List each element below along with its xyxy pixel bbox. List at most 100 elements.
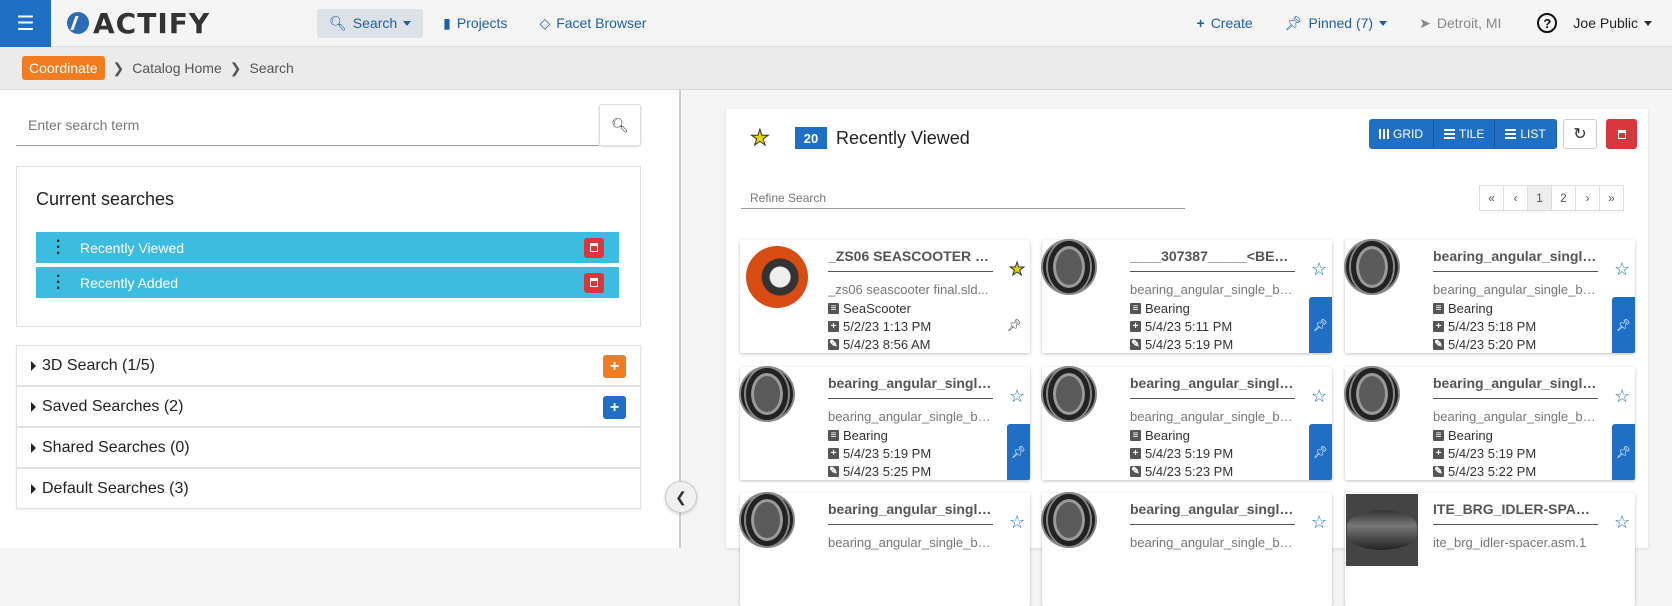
tile-view-button[interactable]: TILE bbox=[1434, 119, 1496, 149]
page-1[interactable]: 1 bbox=[1527, 185, 1552, 211]
create-button[interactable]: + Create bbox=[1185, 9, 1265, 37]
accordion-saved-searches[interactable]: Saved Searches (2) + bbox=[16, 386, 641, 427]
current-search-recently-viewed[interactable]: · · · Recently Viewed bbox=[36, 232, 619, 263]
help-icon[interactable]: ? bbox=[1537, 13, 1558, 33]
result-card[interactable]: ITE_BRG_IDLER-SPACER ☆ ite_brg_idler-spa… bbox=[1345, 493, 1635, 606]
pin-button[interactable]: 📌︎ bbox=[1612, 297, 1635, 353]
hamburger-menu-icon[interactable]: ☰ bbox=[0, 0, 51, 47]
accordion-default-searches[interactable]: Default Searches (3) bbox=[16, 468, 641, 509]
result-card[interactable]: bearing_angular_single_... ☆ bearing_ang… bbox=[1042, 493, 1332, 606]
star-outline-icon[interactable]: ☆ bbox=[1311, 259, 1327, 280]
pagination: « ‹ 1 2 › » bbox=[1479, 185, 1624, 211]
star-filled-icon[interactable]: ★ bbox=[1008, 259, 1025, 280]
star-outline-icon[interactable]: ☆ bbox=[1311, 512, 1327, 533]
result-card[interactable]: ____307387_____<BEARI... ☆ bearing_angul… bbox=[1042, 240, 1332, 353]
item-name[interactable]: bearing_angular_single_... bbox=[1433, 375, 1598, 399]
thumbnail[interactable] bbox=[1043, 241, 1095, 293]
page-2[interactable]: 2 bbox=[1551, 185, 1576, 211]
star-outline-icon[interactable]: ☆ bbox=[1009, 386, 1025, 407]
actify-logo[interactable]: ACTIFY bbox=[67, 7, 317, 40]
refresh-button[interactable]: ↻ bbox=[1563, 119, 1597, 149]
star-outline-icon[interactable]: ☆ bbox=[1614, 386, 1630, 407]
thumbnail[interactable] bbox=[741, 368, 793, 420]
result-card[interactable]: bearing_angular_single_... ☆ bearing_ang… bbox=[740, 493, 1030, 606]
item-name[interactable]: bearing_angular_single_... bbox=[1433, 248, 1598, 272]
page-last[interactable]: » bbox=[1599, 185, 1624, 211]
search-menu[interactable]: 🔍︎ Search bbox=[317, 8, 424, 38]
star-outline-icon[interactable]: ☆ bbox=[1311, 386, 1327, 407]
trash-icon[interactable] bbox=[584, 237, 604, 258]
search-icon: 🔍︎ bbox=[329, 14, 347, 31]
thumbnail[interactable] bbox=[1346, 368, 1398, 420]
pin-button[interactable]: 📌︎ bbox=[1612, 424, 1635, 480]
drag-handle-icon[interactable]: · · · bbox=[36, 233, 80, 261]
item-name[interactable]: ITE_BRG_IDLER-SPACER bbox=[1433, 501, 1598, 525]
item-name[interactable]: bearing_angular_single_... bbox=[828, 375, 993, 399]
thumbnail[interactable] bbox=[1346, 241, 1398, 293]
result-card[interactable]: bearing_angular_single_... ☆ bearing_ang… bbox=[740, 367, 1030, 480]
catalog-icon: ≡ bbox=[1130, 430, 1141, 441]
thumbnail[interactable] bbox=[741, 494, 793, 546]
breadcrumb-catalog-home[interactable]: Catalog Home bbox=[132, 60, 222, 76]
item-name[interactable]: _ZS06 SEASCOOTER FI... bbox=[828, 248, 993, 272]
pin-button[interactable]: 📌︎ bbox=[1309, 297, 1332, 353]
result-card[interactable]: _ZS06 SEASCOOTER FI... ★ _zs06 seascoote… bbox=[740, 240, 1030, 353]
grid-view-button[interactable]: GRID bbox=[1369, 119, 1434, 149]
page-first[interactable]: « bbox=[1479, 185, 1504, 211]
pin-button[interactable]: 📌︎ bbox=[1309, 424, 1332, 480]
collapse-sidebar-button[interactable]: ❮ bbox=[665, 481, 697, 513]
bearing-thumbnail bbox=[1351, 241, 1393, 293]
delete-search-button[interactable] bbox=[1606, 119, 1637, 149]
star-outline-icon[interactable]: ☆ bbox=[1009, 512, 1025, 533]
accordion-shared-searches[interactable]: Shared Searches (0) bbox=[16, 427, 641, 468]
drag-handle-icon[interactable]: · · · bbox=[36, 268, 80, 296]
item-name[interactable]: bearing_angular_single_... bbox=[1130, 501, 1295, 525]
current-search-recently-added[interactable]: · · · Recently Added bbox=[36, 267, 619, 298]
category-label: Bearing bbox=[843, 428, 888, 443]
list-view-button[interactable]: LIST bbox=[1495, 119, 1557, 149]
pinned-menu[interactable]: 📌︎ Pinned (7) bbox=[1273, 9, 1399, 38]
trash-icon[interactable] bbox=[584, 272, 604, 293]
star-icon[interactable]: ★ bbox=[750, 125, 771, 151]
coordinate-badge[interactable]: Coordinate bbox=[22, 56, 105, 80]
pinned-label: Pinned (7) bbox=[1308, 15, 1374, 31]
result-card[interactable]: bearing_angular_single_... ☆ bearing_ang… bbox=[1042, 367, 1332, 480]
item-modified: ✎ 5/4/23 8:56 AM bbox=[828, 337, 930, 352]
add-saved-search-button[interactable]: + bbox=[603, 396, 626, 419]
add-3d-search-button[interactable]: + bbox=[603, 355, 626, 378]
edit-square-icon: ✎ bbox=[828, 339, 839, 350]
accordion-3d-search[interactable]: 3D Search (1/5) + bbox=[16, 345, 641, 386]
page-prev[interactable]: ‹ bbox=[1503, 185, 1528, 211]
star-outline-icon[interactable]: ☆ bbox=[1614, 259, 1630, 280]
result-card[interactable]: bearing_angular_single_... ☆ bearing_ang… bbox=[1345, 367, 1635, 480]
thumbnail[interactable] bbox=[1043, 368, 1095, 420]
page-next[interactable]: › bbox=[1575, 185, 1600, 211]
item-name[interactable]: bearing_angular_single_... bbox=[1130, 375, 1295, 399]
facet-browser-link[interactable]: ◇ Facet Browser bbox=[527, 9, 658, 38]
search-button[interactable]: 🔍︎ bbox=[599, 104, 641, 146]
pin-button[interactable]: 📌︎ bbox=[1007, 424, 1030, 480]
pin-icon[interactable]: 📌︎ bbox=[1007, 318, 1022, 332]
thumbnail[interactable] bbox=[1346, 494, 1418, 566]
created-date: 5/4/23 5:19 PM bbox=[1145, 446, 1234, 461]
chevron-down-icon bbox=[1379, 20, 1388, 26]
search-input[interactable] bbox=[16, 104, 599, 146]
refresh-icon: ↻ bbox=[1573, 126, 1587, 143]
caret-right-icon bbox=[31, 442, 36, 453]
modified-date: 5/4/23 8:56 AM bbox=[843, 337, 931, 352]
item-name[interactable]: bearing_angular_single_... bbox=[828, 501, 993, 525]
user-menu[interactable]: Joe Public bbox=[1573, 15, 1652, 31]
result-card[interactable]: bearing_angular_single_... ☆ bearing_ang… bbox=[1345, 240, 1635, 353]
star-outline-icon[interactable]: ☆ bbox=[1614, 512, 1630, 533]
item-name[interactable]: ____307387_____<BEARI... bbox=[1130, 248, 1295, 272]
accordion-label: 3D Search (1/5) bbox=[42, 356, 155, 374]
modified-date: 5/4/23 5:23 PM bbox=[1145, 464, 1234, 479]
thumbnail[interactable] bbox=[741, 241, 813, 313]
location[interactable]: ➤ Detroit, MI bbox=[1407, 9, 1513, 38]
logo-mark-icon bbox=[67, 12, 89, 34]
refine-search-input[interactable] bbox=[741, 187, 1185, 209]
thumbnail[interactable] bbox=[1043, 494, 1095, 546]
modified-date: 5/4/23 5:20 PM bbox=[1448, 337, 1537, 352]
projects-link[interactable]: ▮ Projects bbox=[431, 9, 519, 38]
modified-date: 5/4/23 5:19 PM bbox=[1145, 337, 1234, 352]
